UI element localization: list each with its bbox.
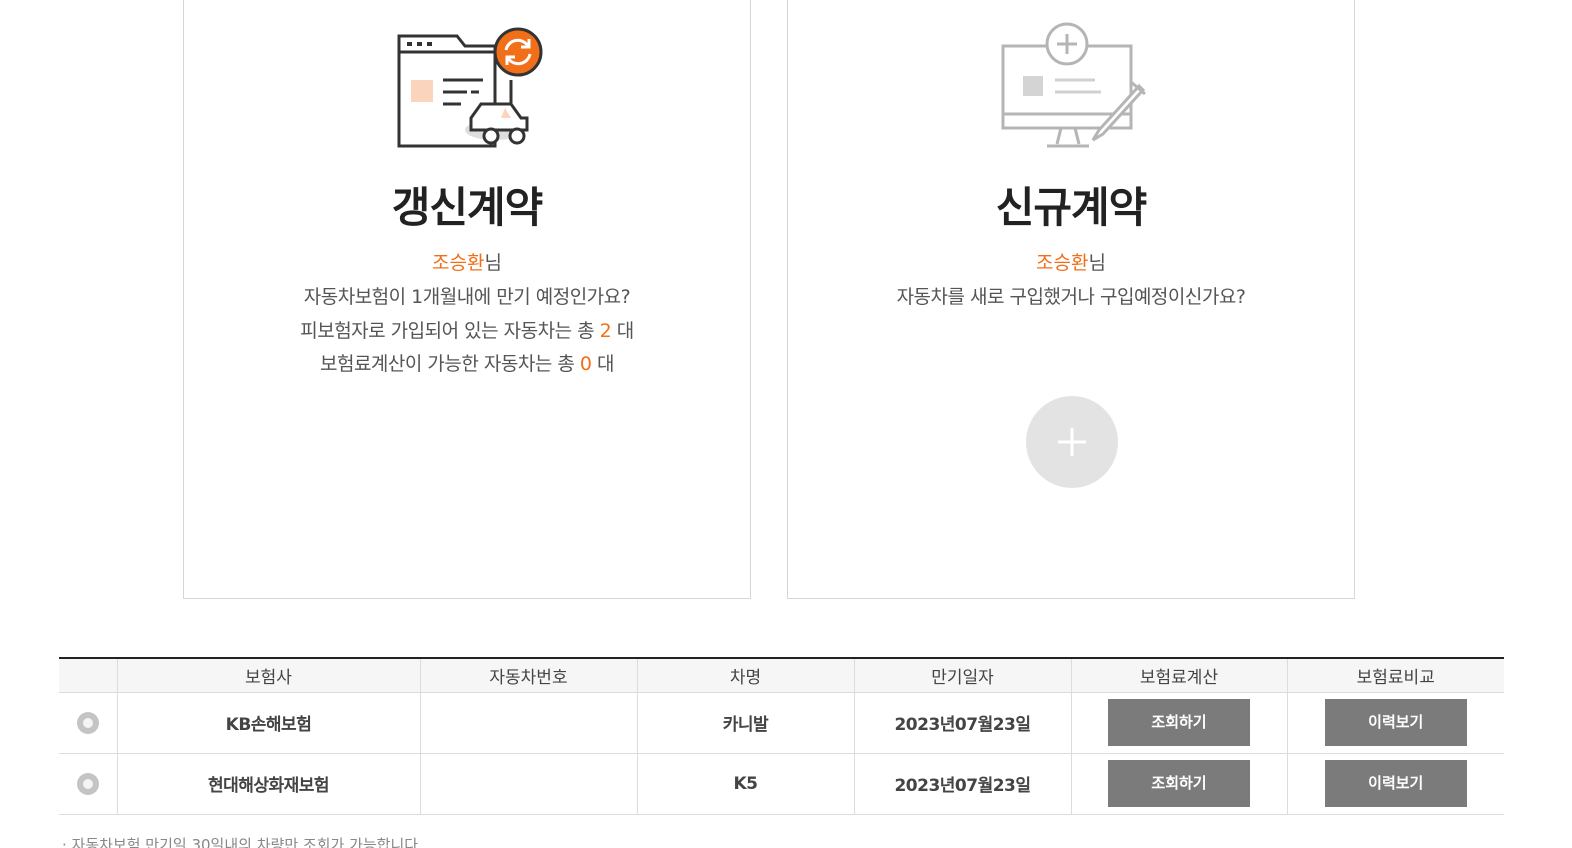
calc-cell: 조회하기 <box>1070 692 1287 754</box>
col-select <box>59 658 117 693</box>
user-name: 조승환 <box>1036 252 1089 274</box>
browser-car-refresh-icon <box>397 27 543 148</box>
col-plate: 자동차번호 <box>419 658 637 693</box>
line2-text: 피보험자로 가입되어 있는 자동차는 총 <box>300 319 600 342</box>
user-name: 조승환 <box>432 252 485 274</box>
user-suffix: 님 <box>484 252 502 274</box>
insurer-cell: 현대해상화재보험 <box>116 753 420 815</box>
new-contract-title: 신규계약 <box>995 183 1148 232</box>
table-row[interactable]: KB손해보험 카니발 2023년07월23일 조회하기 이력보기 <box>59 692 1504 754</box>
lookup-button[interactable]: 조회하기 <box>1108 699 1250 746</box>
line2-unit: 대 <box>611 319 634 342</box>
plate-cell <box>419 692 637 754</box>
user-suffix: 님 <box>1088 252 1106 274</box>
col-expiry: 만기일자 <box>853 658 1071 693</box>
user-greeting: 조승환님 <box>184 248 750 275</box>
insurer-cell: KB손해보험 <box>116 692 420 754</box>
lookup-button[interactable]: 조회하기 <box>1108 760 1250 807</box>
table-row[interactable]: 현대해상화재보험 K5 2023년07월23일 조회하기 이력보기 <box>59 753 1504 815</box>
expiry-cell: 2023년07월23일 <box>853 692 1071 754</box>
calc-cell: 조회하기 <box>1070 753 1287 815</box>
new-line-1: 자동차를 새로 구입했거나 구입예정이신가요? <box>896 286 1246 308</box>
renewal-line-1: 자동차보험이 1개월내에 만기 예정인가요? <box>303 286 631 308</box>
compare-cell: 이력보기 <box>1286 692 1504 754</box>
insured-car-count: 2 <box>599 319 612 342</box>
history-button[interactable]: 이력보기 <box>1324 699 1467 746</box>
renewal-title: 갱신계약 <box>391 183 544 232</box>
renewal-line-3: 보험료계산이 가능한 자동차는 총 0 대 <box>184 348 750 382</box>
col-premium-compare: 보험료비교 <box>1286 658 1504 693</box>
expiry-cell: 2023년07월23일 <box>853 753 1071 815</box>
new-contract-description: 자동차를 새로 구입했거나 구입예정이신가요? <box>788 281 1354 315</box>
table-header-row: 보험사 자동차번호 차명 만기일자 보험료계산 보험료비교 <box>59 658 1504 693</box>
model-cell: 카니발 <box>636 692 854 754</box>
line3-unit: 대 <box>591 353 614 375</box>
add-new-car-button[interactable] <box>1026 396 1118 488</box>
renewal-contract-card[interactable]: 갱신계약 조승환님 자동차보험이 1개월내에 만기 예정인가요? 피보험자로 가… <box>183 0 751 599</box>
col-premium-calc: 보험료계산 <box>1070 658 1287 693</box>
row-radio[interactable] <box>76 711 99 734</box>
compare-cell: 이력보기 <box>1286 753 1504 815</box>
new-contract-card[interactable]: 신규계약 조승환님 자동차를 새로 구입했거나 구입예정이신가요? <box>787 0 1355 599</box>
row-select-cell <box>59 692 117 754</box>
renewal-description: 자동차보험이 1개월내에 만기 예정인가요? 피보험자로 가입되어 있는 자동차… <box>184 281 750 382</box>
footnote: · 자동차보험 만기일 30일내의 차량만 조회가 가능합니다. <box>62 836 423 848</box>
line3-text: 보험료계산이 가능한 자동차는 총 <box>319 353 580 375</box>
user-greeting: 조승환님 <box>788 248 1354 275</box>
model-cell: K5 <box>636 753 854 815</box>
history-button[interactable]: 이력보기 <box>1324 760 1467 807</box>
row-select-cell <box>59 753 117 815</box>
plate-cell <box>419 753 637 815</box>
col-insurer: 보험사 <box>116 658 420 693</box>
calculable-car-count: 0 <box>579 353 592 375</box>
col-model: 차명 <box>636 658 854 693</box>
row-radio[interactable] <box>76 772 99 795</box>
vehicle-insurance-table: 보험사 자동차번호 차명 만기일자 보험료계산 보험료비교 KB손해보험 카니발… <box>59 657 1504 815</box>
monitor-plus-pen-icon <box>1001 22 1146 148</box>
renewal-line-2: 피보험자로 가입되어 있는 자동차는 총 2 대 <box>184 315 750 349</box>
